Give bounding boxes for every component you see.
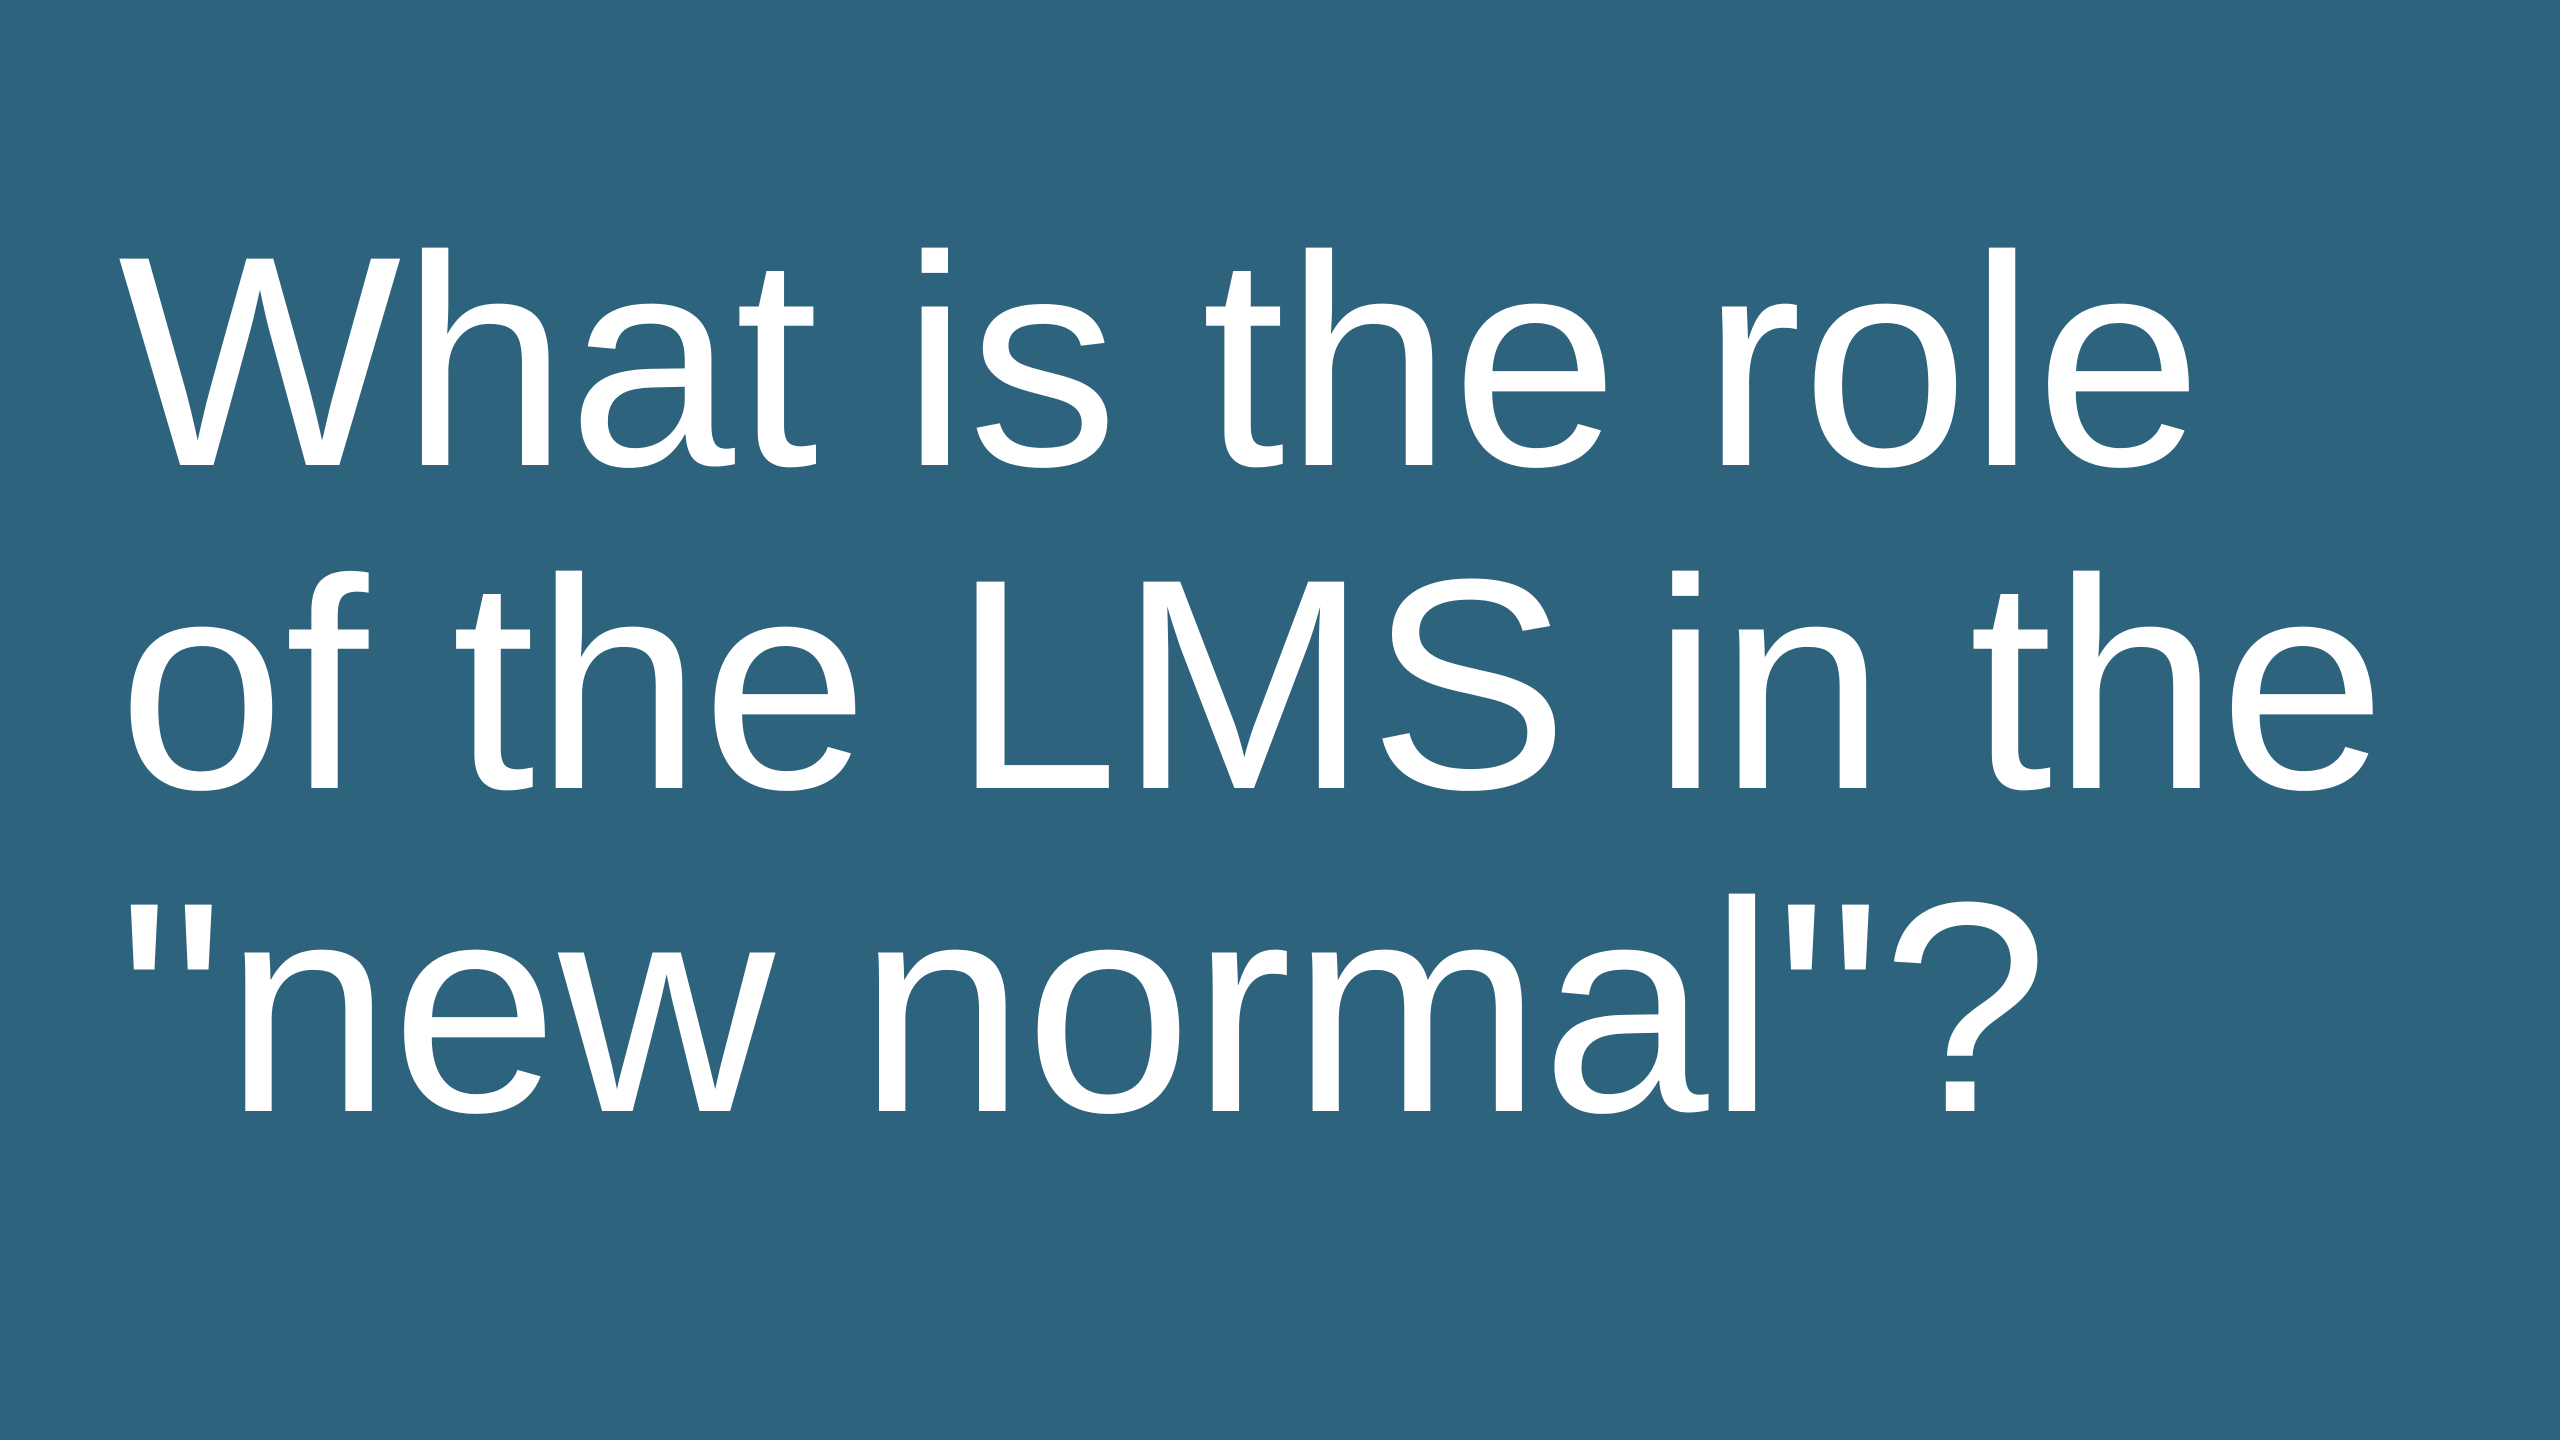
slide-title: What is the role of the LMS in the "new … bbox=[118, 200, 2538, 1169]
slide-title-line-1: What is the role bbox=[118, 193, 2203, 529]
slide-title-line-3: "new normal"? bbox=[118, 839, 2049, 1175]
slide-title-line-2: of the LMS in the bbox=[118, 516, 2387, 852]
presentation-slide: What is the role of the LMS in the "new … bbox=[0, 0, 2560, 1440]
